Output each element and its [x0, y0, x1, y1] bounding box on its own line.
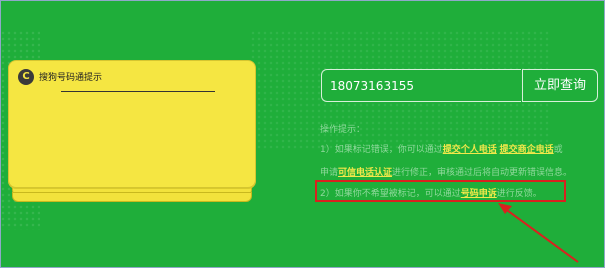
- tips-text: 或: [553, 145, 563, 155]
- phone-number-input[interactable]: [321, 69, 521, 102]
- tips-heading: 操作提示：: [320, 125, 366, 135]
- trusted-phone-certification-link[interactable]: 可信电话认证: [338, 168, 392, 178]
- tips-line-3: 2）如果你不希望被标记，可以通过号码申诉进行反馈。: [320, 186, 542, 199]
- tips-text: 申请: [320, 168, 339, 178]
- tips-text: 1）如果标记错误，你可以通过: [320, 145, 443, 155]
- notification-card-stack: C 搜狗号码通提示: [8, 60, 256, 205]
- submit-personal-phone-link[interactable]: 提交个人电话: [443, 145, 497, 155]
- card-underline: [61, 91, 215, 92]
- tips-line-1: 1）如果标记错误，你可以通过提交个人电话 提交商企电话或: [320, 142, 563, 155]
- card-title: 搜狗号码通提示: [39, 73, 103, 83]
- query-button[interactable]: 立即查询: [522, 69, 598, 102]
- notification-card: C 搜狗号码通提示: [8, 60, 256, 188]
- sogou-logo-icon: C: [18, 69, 34, 85]
- submit-enterprise-phone-link[interactable]: 提交商企电话: [500, 145, 554, 155]
- card-layer-2: [12, 192, 252, 202]
- tips-line-2: 申请可信电话认证进行修正，审核通过后将自动更新错误信息。: [320, 165, 572, 178]
- tips-text: 2）如果你不希望被标记，可以通过: [320, 189, 461, 199]
- number-appeal-link[interactable]: 号码申诉: [461, 189, 497, 199]
- tips-text: 进行修正，审核通过后将自动更新错误信息。: [392, 168, 573, 178]
- tips-text: 进行反馈。: [496, 189, 542, 199]
